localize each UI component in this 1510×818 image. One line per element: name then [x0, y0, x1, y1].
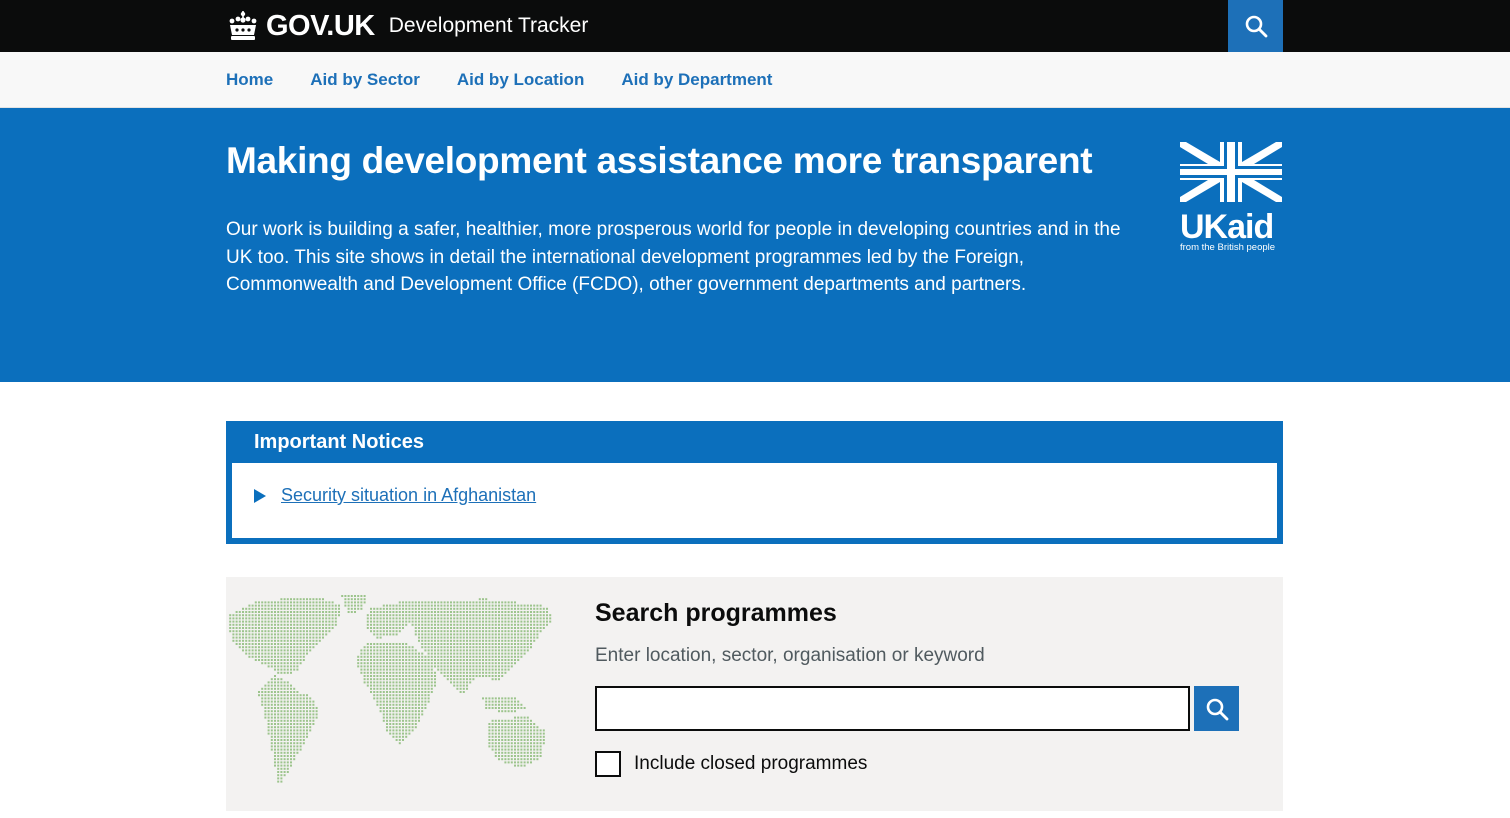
search-title: Search programmes [595, 599, 837, 627]
world-map-icon [229, 595, 552, 783]
search-icon [1245, 15, 1267, 38]
important-notices: Important Notices Security situation in … [226, 421, 1283, 544]
nav-link-home[interactable]: Home [226, 70, 273, 89]
notices-body: Security situation in Afghanistan [232, 463, 1277, 538]
ukaid-tagline: from the British people [1180, 242, 1275, 253]
notice-link-afghanistan[interactable]: Security situation in Afghanistan [281, 485, 536, 506]
notice-item[interactable]: Security situation in Afghanistan [254, 485, 536, 506]
nav-item-home: Home [226, 70, 273, 90]
notices-title: Important Notices [254, 431, 425, 453]
search-hint: Enter location, sector, organisation or … [595, 645, 985, 666]
include-closed-label[interactable]: Include closed programmes [634, 753, 867, 775]
search-input[interactable] [595, 686, 1190, 731]
include-closed-checkbox-row[interactable]: Include closed programmes [595, 751, 867, 777]
hero-description: Our work is building a safer, healthier,… [226, 219, 1121, 295]
search-icon [1206, 698, 1228, 720]
service-name[interactable]: Development Tracker [389, 14, 589, 38]
expand-triangle-icon[interactable] [254, 488, 266, 503]
nav-link-aid-by-sector[interactable]: Aid by Sector [310, 70, 420, 89]
search-submit-button[interactable] [1194, 686, 1239, 731]
ukaid-brand-text: UKaid [1180, 208, 1273, 246]
page-title: Making development assistance more trans… [226, 140, 1093, 181]
include-closed-checkbox[interactable] [595, 751, 621, 777]
govuk-logo-link[interactable]: GOV.UK Development Tracker [226, 0, 588, 52]
nav-item-location: Aid by Location [457, 70, 585, 90]
govuk-logotype: GOV.UK [266, 9, 375, 42]
nav-item-department: Aid by Department [621, 70, 772, 90]
nav-item-sector: Aid by Sector [310, 70, 420, 90]
nav-list: Home Aid by Sector Aid by Location Aid b… [226, 52, 809, 108]
hero-banner: Making development assistance more trans… [0, 108, 1510, 382]
main-navigation: Home Aid by Sector Aid by Location Aid b… [0, 52, 1510, 108]
site-header: GOV.UK Development Tracker [0, 0, 1510, 52]
search-panel: Search programmes Enter location, sector… [226, 577, 1283, 811]
nav-link-aid-by-department[interactable]: Aid by Department [621, 70, 772, 89]
nav-link-aid-by-location[interactable]: Aid by Location [457, 70, 585, 89]
ukaid-logo: UKaid from the British people [1180, 142, 1282, 253]
crown-icon [229, 11, 257, 40]
header-search-button[interactable] [1228, 0, 1283, 52]
